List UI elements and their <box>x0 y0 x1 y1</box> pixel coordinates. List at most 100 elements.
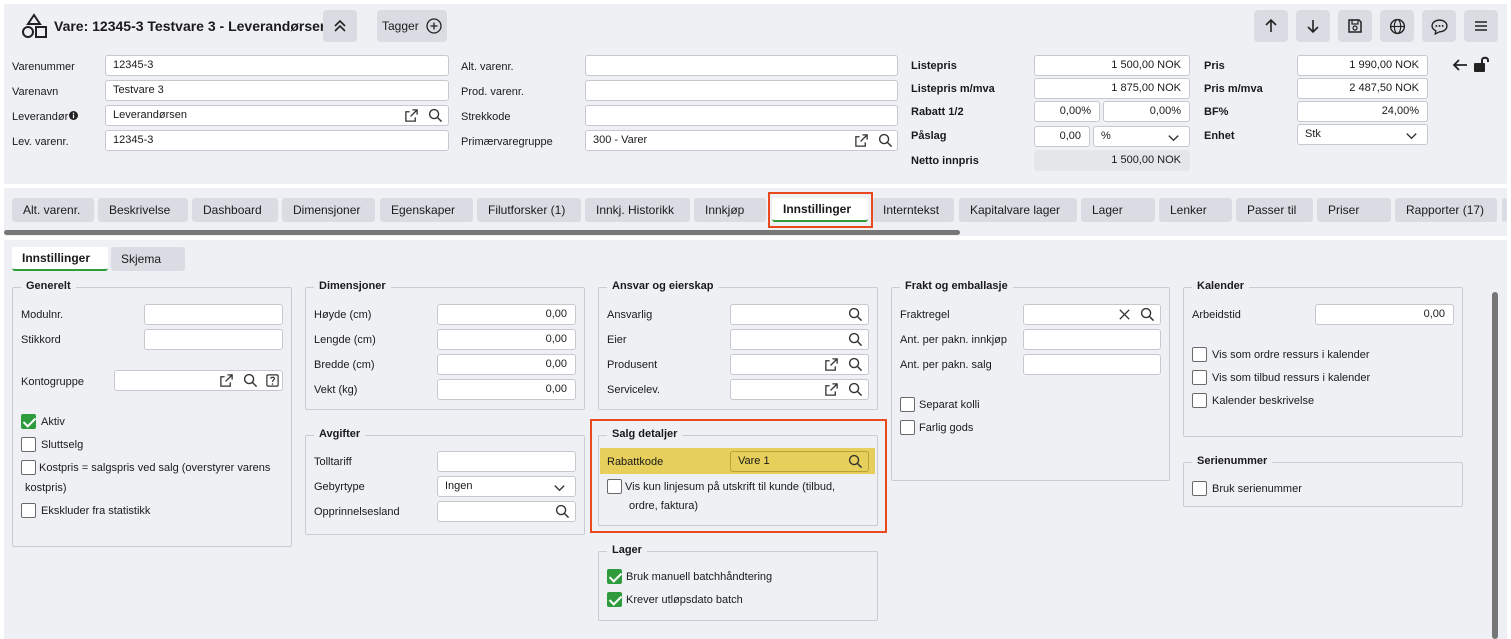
tab-scrollbar[interactable] <box>4 230 960 235</box>
rabatt1-field[interactable]: 0,00% <box>1034 101 1100 122</box>
search-icon[interactable] <box>1140 307 1155 322</box>
leverandor-field[interactable]: Leverandørsen <box>105 105 449 126</box>
utlopsdato-checkbox[interactable] <box>607 592 622 607</box>
servicelev-field[interactable] <box>730 379 869 400</box>
plus-circle-icon <box>426 18 442 34</box>
arrow-left-icon[interactable] <box>1452 58 1468 72</box>
lengde-field[interactable]: 0,00 <box>437 329 576 350</box>
tab-innkj-historikk[interactable]: Innkj. Historikk <box>585 198 690 222</box>
ant-salg-field[interactable] <box>1023 354 1161 375</box>
previous-button[interactable] <box>1254 10 1288 42</box>
listepris-mva-field[interactable]: 1 875,00 NOK <box>1034 78 1190 99</box>
tab-dimensjoner[interactable]: Dimensjoner <box>282 198 375 222</box>
hoyde-field[interactable]: 0,00 <box>437 304 576 325</box>
tab-rapporter[interactable]: Rapporter (17) <box>1395 198 1497 222</box>
open-external-icon[interactable] <box>219 373 234 388</box>
tab-innkjop[interactable]: Innkjøp <box>694 198 766 222</box>
ant-innkjop-field[interactable] <box>1023 329 1161 350</box>
open-external-icon[interactable] <box>854 133 869 148</box>
tab-lenker[interactable]: Lenker <box>1159 198 1232 222</box>
tab-dashboard[interactable]: Dashboard <box>192 198 278 222</box>
search-icon[interactable] <box>848 332 863 347</box>
tab-passer-til[interactable]: Passer til <box>1236 198 1313 222</box>
separat-kolli-checkbox[interactable] <box>900 397 915 412</box>
info-icon[interactable] <box>69 111 79 120</box>
vis-tilbud-checkbox[interactable] <box>1192 370 1207 385</box>
search-icon[interactable] <box>243 373 258 388</box>
tab-overflow[interactable] <box>1502 198 1507 222</box>
search-icon[interactable] <box>555 504 570 519</box>
farlig-gods-label: Farlig gods <box>919 422 974 434</box>
tab-kapitalvare-lager[interactable]: Kapitalvare lager <box>959 198 1077 222</box>
kontogruppe-field[interactable] <box>114 370 283 391</box>
unlock-icon[interactable] <box>1472 55 1490 73</box>
varenummer-field[interactable]: 12345-3 <box>105 55 449 76</box>
open-external-icon[interactable] <box>404 108 419 123</box>
paslag-field[interactable]: 0,00 <box>1034 126 1090 147</box>
modulnr-field[interactable] <box>144 304 283 325</box>
vis-ordre-checkbox[interactable] <box>1192 347 1207 362</box>
help-box-icon[interactable] <box>265 373 280 388</box>
arbeidstid-field[interactable]: 0,00 <box>1315 304 1454 325</box>
tab-alt-varenr[interactable]: Alt. varenr. <box>12 198 94 222</box>
search-icon[interactable] <box>428 108 443 123</box>
search-icon[interactable] <box>848 382 863 397</box>
eier-field[interactable] <box>730 329 869 350</box>
primaervaregruppe-value: 300 - Varer <box>593 134 648 146</box>
altvarenr-field[interactable] <box>585 55 898 76</box>
fraktregel-field[interactable] <box>1023 304 1161 325</box>
menu-button[interactable] <box>1464 10 1498 42</box>
subtab-innstillinger[interactable]: Innstillinger <box>12 247 108 271</box>
save-button[interactable] <box>1338 10 1372 42</box>
levvarenr-field[interactable]: 12345-3 <box>105 130 449 151</box>
kalender-beskrivelse-checkbox[interactable] <box>1192 393 1207 408</box>
listepris-label: Listepris <box>911 60 957 72</box>
varenavn-field[interactable]: Testvare 3 <box>105 80 449 101</box>
subtab-skjema[interactable]: Skjema <box>111 247 185 271</box>
search-icon[interactable] <box>878 133 893 148</box>
listepris-field[interactable]: 1 500,00 NOK <box>1034 55 1190 76</box>
clear-icon[interactable] <box>1117 307 1132 322</box>
opprinnelsesland-field[interactable] <box>437 501 576 522</box>
language-button[interactable] <box>1380 10 1414 42</box>
paslag-unit-select[interactable]: % <box>1093 126 1190 147</box>
batch-checkbox[interactable] <box>607 569 622 584</box>
bf-field[interactable]: 24,00% <box>1297 101 1428 122</box>
kostpris-checkbox[interactable] <box>21 460 36 475</box>
vertical-scrollbar[interactable] <box>1492 292 1498 639</box>
tab-lager[interactable]: Lager <box>1081 198 1155 222</box>
enhet-select[interactable]: Stk <box>1297 124 1428 145</box>
tab-filutforsker[interactable]: Filutforsker (1) <box>477 198 581 222</box>
tab-priser[interactable]: Priser <box>1317 198 1391 222</box>
pris-field[interactable]: 1 990,00 NOK <box>1297 55 1428 76</box>
tolltariff-field[interactable] <box>437 451 576 472</box>
bruk-serienummer-checkbox[interactable] <box>1192 481 1207 496</box>
tab-interntekst[interactable]: Interntekst <box>872 198 954 222</box>
tab-beskrivelse[interactable]: Beskrivelse <box>98 198 188 222</box>
collapse-button[interactable] <box>323 10 357 42</box>
primaervaregruppe-field[interactable]: 300 - Varer <box>585 130 898 151</box>
bredde-field[interactable]: 0,00 <box>437 354 576 375</box>
produsent-field[interactable] <box>730 354 869 375</box>
tab-egenskaper[interactable]: Egenskaper <box>380 198 473 222</box>
open-external-icon[interactable] <box>824 357 839 372</box>
generelt-title: Generelt <box>21 280 76 292</box>
farlig-gods-checkbox[interactable] <box>900 420 915 435</box>
sluttselg-checkbox[interactable] <box>21 437 36 452</box>
ansvarlig-field[interactable] <box>730 304 869 325</box>
prodvarenr-field[interactable] <box>585 80 898 101</box>
rabatt2-field[interactable]: 0,00% <box>1103 101 1190 122</box>
tags-button[interactable]: Tagger <box>377 10 447 42</box>
stikkord-field[interactable] <box>144 329 283 350</box>
open-external-icon[interactable] <box>824 382 839 397</box>
pris-mva-field[interactable]: 2 487,50 NOK <box>1297 78 1428 99</box>
ekskluder-checkbox[interactable] <box>21 503 36 518</box>
aktiv-checkbox[interactable] <box>21 414 36 429</box>
search-icon[interactable] <box>848 307 863 322</box>
next-button[interactable] <box>1296 10 1330 42</box>
gebyrtype-select[interactable]: Ingen <box>437 476 576 497</box>
vekt-field[interactable]: 0,00 <box>437 379 576 400</box>
strekkode-field[interactable] <box>585 105 898 126</box>
chat-button[interactable] <box>1422 10 1456 42</box>
search-icon[interactable] <box>848 357 863 372</box>
